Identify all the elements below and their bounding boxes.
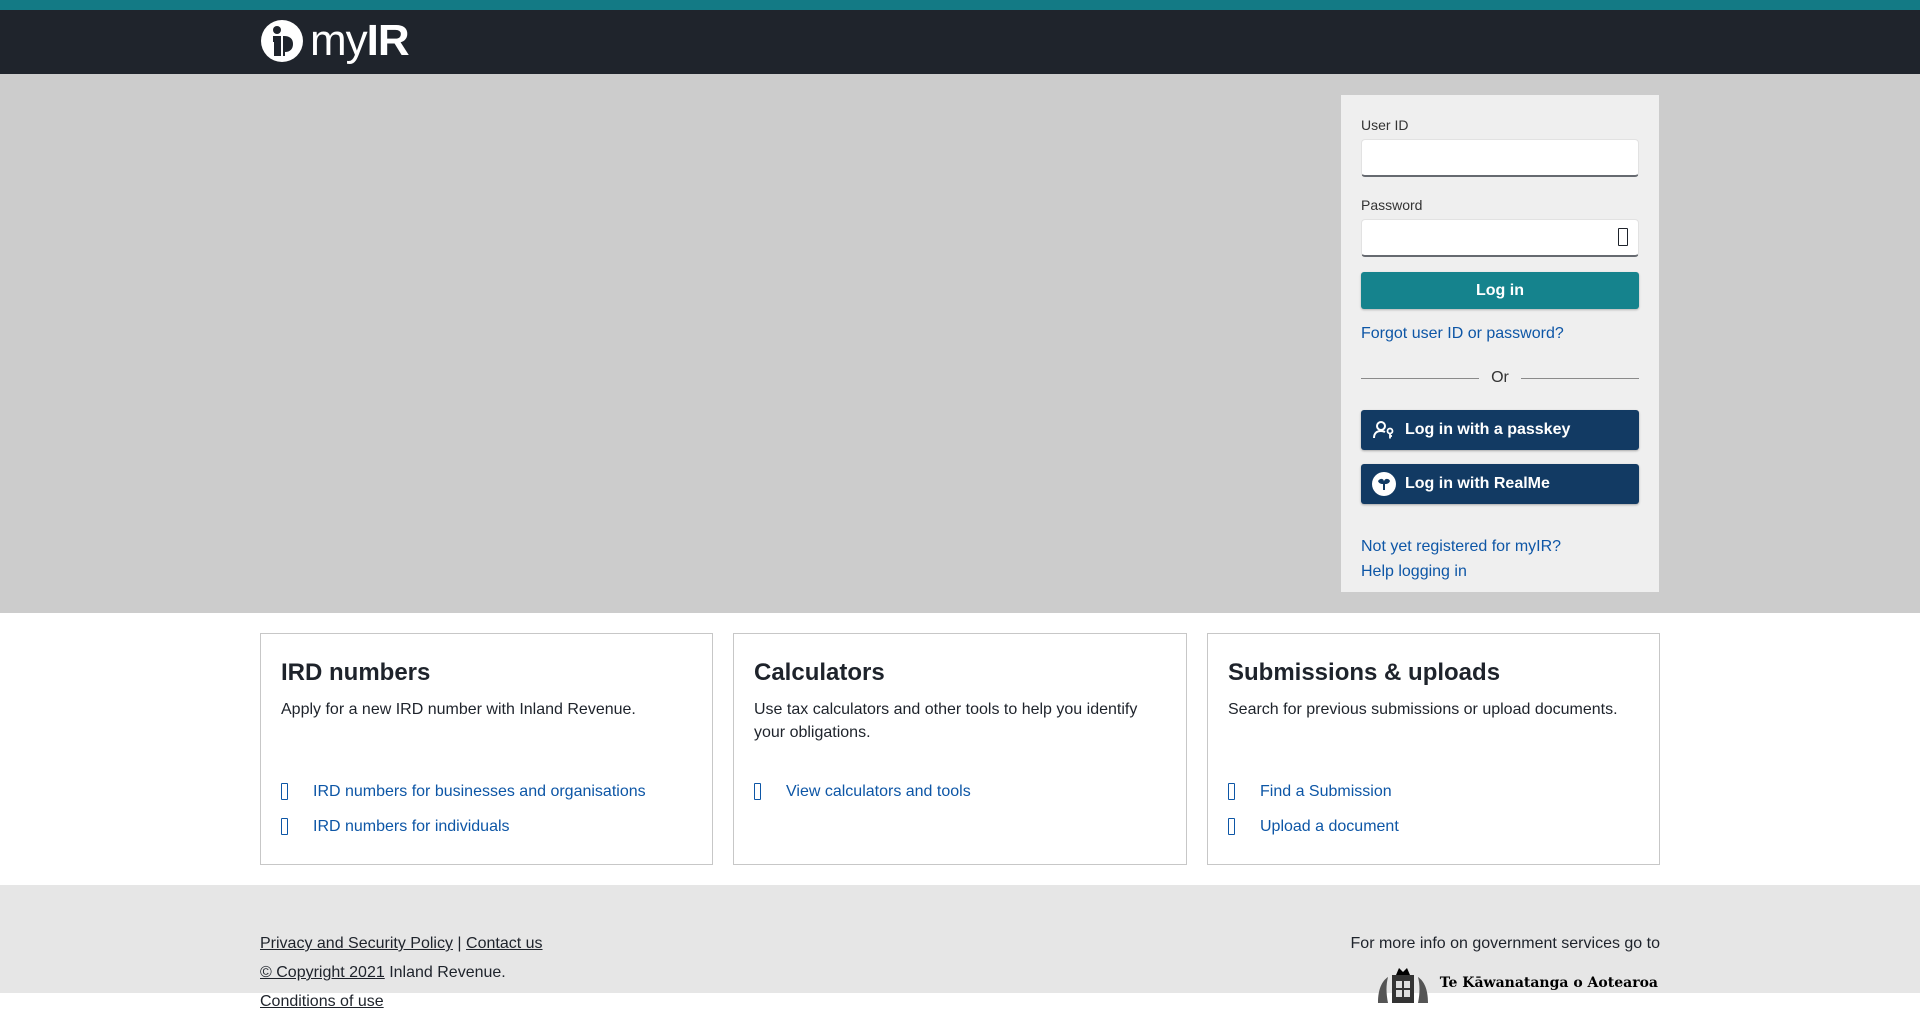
card-submissions: Submissions & uploads Search for previou… [1207,633,1660,865]
passkey-button-label: Log in with a passkey [1405,421,1571,438]
govt-nz-logo[interactable]: Te Kāwanatanga o Aotearoa [1372,963,1658,1003]
arrow-right-icon [1228,818,1235,835]
user-id-input[interactable] [1361,139,1639,177]
ird-businesses-link[interactable]: IRD numbers for businesses and organisat… [313,783,646,801]
footer-line-1: Privacy and Security Policy | Contact us [260,929,543,958]
contact-us-link[interactable]: Contact us [466,935,542,952]
view-calculators-link[interactable]: View calculators and tools [786,783,971,801]
logo-prefix: my [310,16,368,65]
or-divider: Or [1361,368,1639,388]
card-description: Use tax calculators and other tools to h… [754,701,1138,741]
help-logging-in-link[interactable]: Help logging in [1361,559,1639,584]
login-panel: User ID Password Log in Forgot user ID o… [1341,95,1659,592]
card-links: View calculators and tools [754,774,971,809]
divider-line-left [1361,377,1480,379]
eye-icon[interactable] [1618,228,1628,246]
card-description: Apply for a new IRD number with Inland R… [281,701,636,718]
arrow-right-icon [281,783,288,800]
service-cards: IRD numbers Apply for a new IRD number w… [0,613,1920,885]
privacy-policy-link[interactable]: Privacy and Security Policy [260,935,453,952]
nz-coat-of-arms-icon [1377,968,1428,1003]
myir-logo[interactable]: myIR [260,16,410,65]
realme-login-button[interactable]: Log in with RealMe [1361,464,1639,504]
user-id-label: User ID [1361,117,1409,133]
password-label: Password [1361,197,1423,213]
arrow-right-icon [281,818,288,835]
password-input[interactable] [1361,219,1639,257]
top-accent-stripe [0,0,1920,10]
login-button[interactable]: Log in [1361,272,1639,309]
footer-links: Privacy and Security Policy | Contact us… [260,929,543,1016]
realme-button-label: Log in with RealMe [1405,475,1550,492]
site-header: myIR [0,10,1920,74]
register-link[interactable]: Not yet registered for myIR? [1361,534,1639,559]
arrow-right-icon [754,783,761,800]
card-calculators: Calculators Use tax calculators and othe… [733,633,1187,865]
upload-document-link[interactable]: Upload a document [1260,818,1399,836]
ird-individuals-link[interactable]: IRD numbers for individuals [313,818,510,836]
login-help-links: Not yet registered for myIR? Help loggin… [1361,534,1639,584]
card-title: IRD numbers [281,659,431,686]
myir-logo-icon [261,20,303,62]
passkey-login-button[interactable]: Log in with a passkey [1361,410,1639,450]
conditions-link[interactable]: Conditions of use [260,993,384,1010]
site-footer: Privacy and Security Policy | Contact us… [0,885,1920,1010]
arrow-right-icon [1228,783,1235,800]
divider-line-right [1520,377,1639,379]
copyright-link[interactable]: © Copyright 2021 [260,964,385,981]
card-description: Search for previous submissions or uploa… [1228,701,1618,718]
govt-info-text: For more info on government services go … [1350,935,1660,952]
logo-bold: IR [366,16,410,65]
card-links: Find a Submission Upload a document [1228,774,1399,844]
card-title: Calculators [754,659,885,686]
logo-text: myIR [310,16,410,65]
find-submission-link[interactable]: Find a Submission [1260,783,1392,801]
card-ird-numbers: IRD numbers Apply for a new IRD number w… [260,633,713,865]
card-link-item: Find a Submission [1228,774,1399,809]
person-key-icon [1371,417,1397,443]
card-title: Submissions & uploads [1228,659,1501,686]
hero-area: User ID Password Log in Forgot user ID o… [0,74,1920,613]
or-text: Or [1491,369,1509,386]
footer-line-2: © Copyright 2021 Inland Revenue. [260,958,543,987]
copyright-org: Inland Revenue. [389,964,506,981]
realme-icon [1371,471,1397,497]
card-links: IRD numbers for businesses and organisat… [281,774,646,844]
footer-separator: | [457,935,462,952]
card-link-item: View calculators and tools [754,774,971,809]
footer-line-3: Conditions of use [260,987,543,1016]
forgot-credentials-link[interactable]: Forgot user ID or password? [1361,324,1639,344]
card-link-item: IRD numbers for businesses and organisat… [281,774,646,809]
card-link-item: Upload a document [1228,809,1399,844]
govt-logo-text: Te Kāwanatanga o Aotearoa [1439,975,1658,991]
card-link-item: IRD numbers for individuals [281,809,646,844]
